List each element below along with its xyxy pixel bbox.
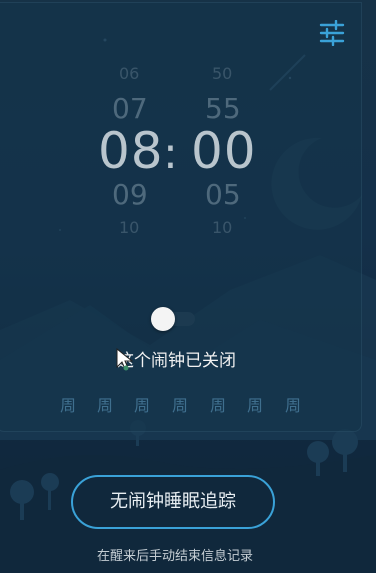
minute-far-below: 10 <box>212 218 233 237</box>
minute-below: 05 <box>205 178 241 211</box>
hour-above: 07 <box>112 92 148 125</box>
alarm-status-text: 这个闹钟已关闭 <box>117 351 236 371</box>
mouse-pointer-icon <box>116 348 134 371</box>
time-separator: : <box>163 128 178 179</box>
weekday-2[interactable]: 周 <box>95 392 115 416</box>
alarm-toggle-switch[interactable] <box>151 307 195 331</box>
hour-below: 09 <box>112 178 148 211</box>
sliders-icon <box>319 19 345 47</box>
sleep-tracking-without-alarm-button[interactable]: 无闹钟睡眠追踪 <box>71 475 275 529</box>
weekday-5[interactable]: 周 <box>208 392 228 416</box>
weekday-3[interactable]: 周 <box>132 392 152 416</box>
hour-far-below: 10 <box>119 218 140 237</box>
minute-above: 55 <box>205 92 241 125</box>
weekday-6[interactable]: 周 <box>245 392 265 416</box>
weekday-7[interactable]: 周 <box>283 392 303 416</box>
hint-text: 在醒来后手动结束信息记录 <box>96 549 253 564</box>
toggle-knob <box>151 307 175 331</box>
minute-selected: 00 <box>191 122 257 180</box>
weekday-4[interactable]: 周 <box>170 392 190 416</box>
hour-selected: 08 <box>98 122 164 180</box>
settings-sliders-button[interactable] <box>318 19 346 47</box>
hour-far-above: 06 <box>119 64 140 83</box>
minute-far-above: 50 <box>212 64 233 83</box>
weekday-1[interactable]: 周 <box>58 392 78 416</box>
